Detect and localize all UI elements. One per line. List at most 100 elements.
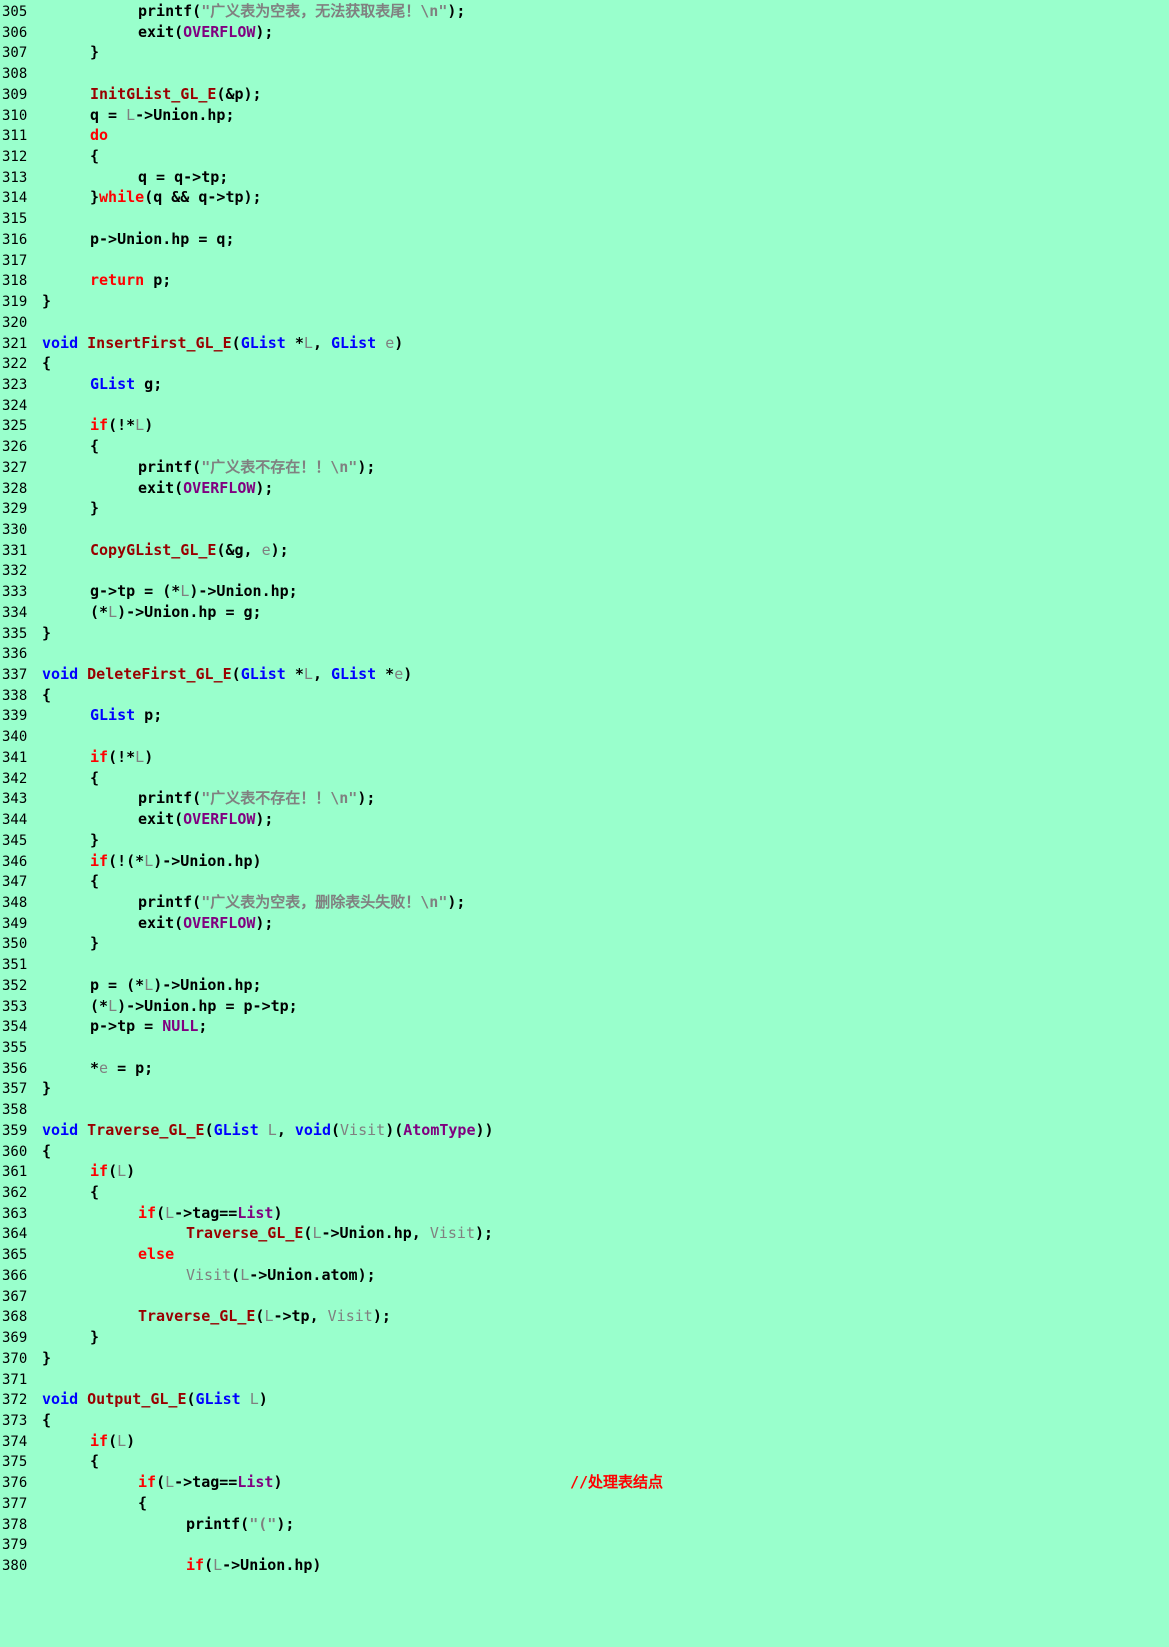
line-number: 314 [2,190,28,207]
code-token: { [42,1410,52,1429]
line-number: 351 [2,957,28,974]
code-token: * [285,333,304,352]
line-number: 374 [2,1433,28,1450]
code-token: Visit [340,1120,386,1139]
code-line: 378 printf("("); [0,1514,294,1536]
code-text: *e = p; [38,1058,153,1080]
code-token: L [117,1431,127,1450]
code-line: 332 [0,560,42,582]
line-number: 331 [2,542,28,559]
code-token: ( [231,665,241,684]
code-text: { [38,353,51,375]
code-token: L [165,1473,175,1492]
code-token: { [42,354,52,373]
code-text: Traverse_GL_E(L->tp, Visit); [38,1306,391,1328]
code-text: }while(q && q->tp); [38,187,262,209]
code-text: if(L) [38,1161,135,1183]
code-line: 315 [0,208,42,230]
code-text: } [38,1078,51,1100]
code-token: ); [447,2,466,20]
code-token: OVERFLOW [183,810,256,829]
line-number: 363 [2,1205,28,1222]
code-token: List [237,1473,274,1492]
code-line: 356 *e = p; [0,1058,153,1080]
code-line: 336 [0,643,42,665]
line-number: 338 [2,687,28,704]
code-token: if [138,1203,157,1222]
code-text: void DeleteFirst_GL_E(GList *L, GList *e… [38,664,412,686]
code-token: ->tag== [174,1473,238,1492]
code-token: printf( [42,789,202,808]
line-number: 315 [2,211,28,228]
code-text: q = q->tp; [38,167,228,189]
code-token: Visit [429,1224,475,1243]
code-token: )->Union.hp = p->tp; [117,996,298,1015]
code-line: 331 CopyGList_GL_E(&g, e); [0,540,289,562]
code-token: ( [231,333,241,352]
code-text: if(L->tag==List) //处理表结点 [38,1472,663,1494]
code-token: "(" [249,1514,277,1533]
line-number: 334 [2,604,28,621]
code-text: CopyGList_GL_E(&g, e); [38,540,289,562]
line-number: 332 [2,563,28,580]
code-text: GList p; [38,705,162,727]
code-text: { [38,768,99,790]
code-token: L [144,851,154,870]
code-token: printf( [42,2,202,20]
code-token: Output_GL_E [87,1390,187,1409]
code-line: 377 { [0,1493,147,1515]
line-number: 305 [2,4,28,20]
code-line: 345 } [0,830,99,852]
code-token: e [394,665,404,684]
line-number: 380 [2,1558,28,1574]
code-token: p = (* [42,975,145,994]
code-token: ) [273,1203,283,1222]
code-token: ); [255,22,274,41]
code-line: 358 [0,1099,42,1121]
code-token: if [90,1162,109,1181]
line-number: 333 [2,584,28,601]
code-text: Traverse_GL_E(L->Union.hp, Visit); [38,1223,493,1245]
code-token: L [135,416,145,435]
code-token: , [312,333,331,352]
code-text: { [38,685,51,707]
code-token: void [42,665,79,684]
line-number: 352 [2,977,28,994]
code-token: ->Union.atom); [249,1265,376,1284]
code-line: 350 } [0,933,99,955]
code-token: L [126,105,136,124]
code-token: OVERFLOW [183,913,256,932]
code-token: ); [270,540,289,559]
line-number: 358 [2,1102,28,1119]
code-token: L [267,1120,277,1139]
code-token: L [249,1390,259,1409]
code-line: 320 [0,312,42,334]
code-token: AtomType [403,1120,476,1139]
code-line: 367 [0,1286,42,1308]
code-line: 321 void InsertFirst_GL_E(GList *L, GList… [0,333,403,355]
code-listing: 305 printf("广义表为空表，无法获取表尾！\n"); 306 exit(… [0,0,1169,1647]
code-token: while [99,188,145,207]
code-line: 307 } [0,42,99,64]
code-line: 374 if(L) [0,1431,135,1453]
code-token: { [42,437,100,456]
code-line: 353 (*L)->Union.hp = p->tp; [0,996,298,1018]
code-text: { [38,1141,51,1163]
code-token: p; [135,706,163,725]
code-line: 369 } [0,1327,99,1349]
code-token: (q && q->tp); [144,188,262,207]
code-token: GList [213,1120,259,1139]
code-line: 363 if(L->tag==List) [0,1203,283,1225]
code-line: 344 exit(OVERFLOW); [0,809,273,831]
line-number: 348 [2,894,28,911]
code-token: L [108,602,118,621]
code-line: 312 { [0,146,99,168]
code-text: if(L->Union.hp) [38,1555,321,1577]
